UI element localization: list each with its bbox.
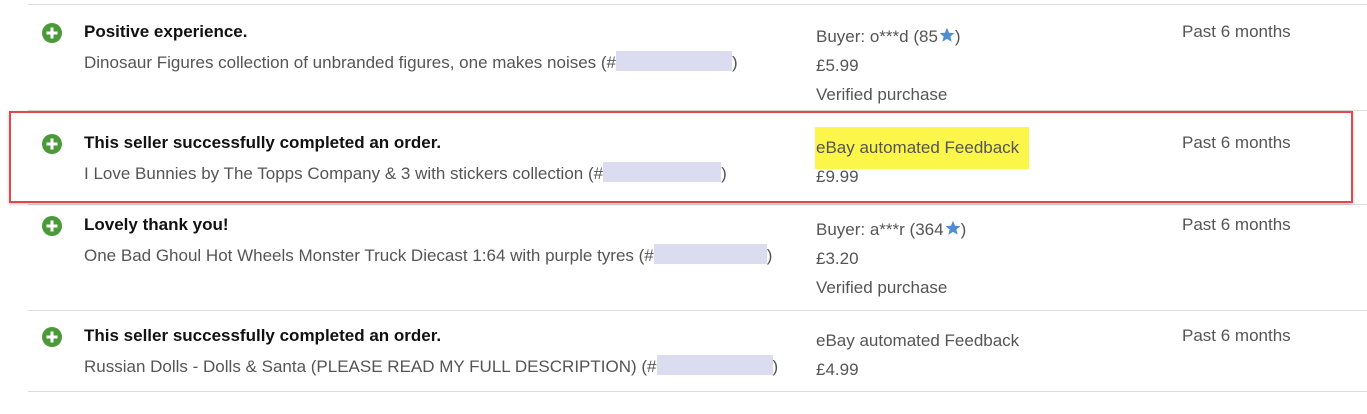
feedback-row: Positive experience. Dinosaur Figures co… bbox=[28, 4, 1367, 110]
item-price: £4.99 bbox=[816, 360, 859, 379]
plus-circle-icon bbox=[42, 23, 62, 43]
redacted-item-number bbox=[616, 51, 733, 71]
feedback-time: Past 6 months bbox=[1182, 22, 1291, 41]
star-icon bbox=[939, 27, 955, 42]
item-title-text: One Bad Ghoul Hot Wheels Monster Truck D… bbox=[84, 246, 654, 265]
feedback-meta: Buyer: a***r (364) £3.20 Verified purcha… bbox=[816, 215, 966, 302]
buyer-info: Buyer: a***r (364) bbox=[816, 215, 966, 244]
item-title-text: Dinosaur Figures collection of unbranded… bbox=[84, 53, 617, 72]
feedback-row: This seller successfully completed an or… bbox=[28, 310, 1367, 392]
buyer-info-suffix: ) bbox=[954, 27, 961, 46]
feedback-comment: Positive experience. bbox=[84, 22, 248, 41]
buyer-info: Buyer: o***d (85) bbox=[816, 22, 961, 51]
feedback-row: Lovely thank you! One Bad Ghoul Hot Whee… bbox=[28, 204, 1367, 310]
plus-circle-icon bbox=[42, 327, 62, 347]
item-title[interactable]: One Bad Ghoul Hot Wheels Monster Truck D… bbox=[84, 244, 772, 266]
feedback-time: Past 6 months bbox=[1182, 326, 1291, 345]
redacted-item-number bbox=[653, 244, 767, 264]
feedback-meta: eBay automated Feedback £4.99 bbox=[816, 326, 1019, 384]
verified-purchase: Verified purchase bbox=[816, 85, 948, 104]
item-title-suffix: ) bbox=[772, 357, 779, 376]
item-title[interactable]: Russian Dolls - Dolls & Santa (PLEASE RE… bbox=[84, 355, 778, 377]
feedback-source: eBay automated Feedback bbox=[816, 331, 1020, 350]
item-title[interactable]: Dinosaur Figures collection of unbranded… bbox=[84, 51, 738, 73]
item-title-text: Russian Dolls - Dolls & Santa (PLEASE RE… bbox=[84, 357, 657, 376]
verified-purchase: Verified purchase bbox=[816, 278, 948, 297]
item-title-suffix: ) bbox=[766, 246, 773, 265]
feedback-list: Positive experience. Dinosaur Figures co… bbox=[28, 0, 1367, 414]
plus-circle-icon bbox=[42, 216, 62, 236]
feedback-comment: This seller successfully completed an or… bbox=[84, 326, 442, 345]
star-icon bbox=[945, 220, 961, 235]
buyer-info-suffix: ) bbox=[960, 220, 967, 239]
redacted-item-number bbox=[656, 355, 773, 375]
item-price: £5.99 bbox=[816, 56, 859, 75]
buyer-name[interactable]: Buyer: o***d (85 bbox=[816, 27, 938, 46]
feedback-time: Past 6 months bbox=[1182, 215, 1291, 234]
highlight-callout-box bbox=[9, 111, 1353, 203]
buyer-name[interactable]: Buyer: a***r (364 bbox=[816, 220, 944, 239]
item-price: £3.20 bbox=[816, 249, 859, 268]
feedback-comment: Lovely thank you! bbox=[84, 215, 229, 234]
feedback-meta: Buyer: o***d (85) £5.99 Verified purchas… bbox=[816, 22, 961, 109]
item-title-suffix: ) bbox=[732, 53, 738, 72]
